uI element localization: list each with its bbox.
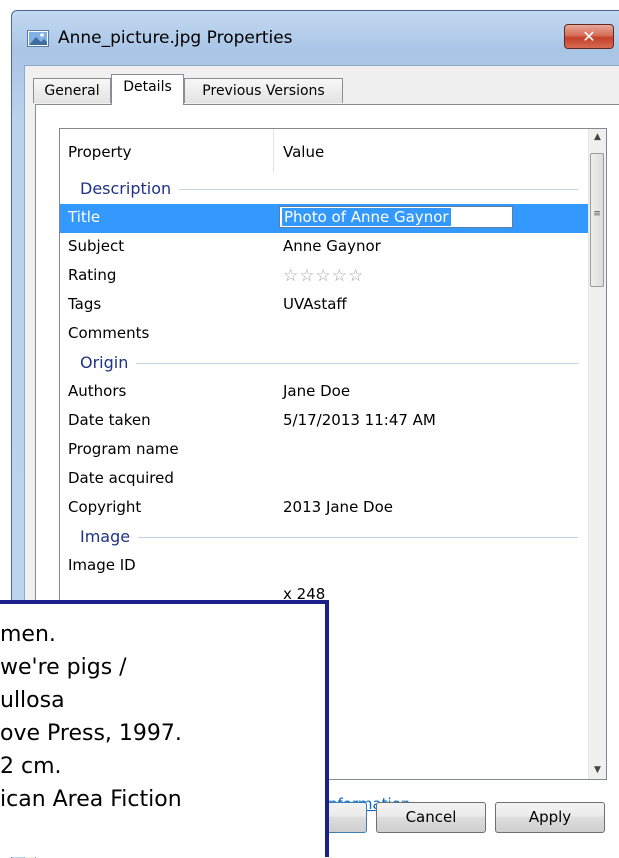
rating-stars[interactable]: ☆☆☆☆☆ — [283, 266, 364, 286]
property-value: Jane Doe — [283, 382, 351, 400]
property-row-title[interactable]: Title Photo of Anne Gaynor — [60, 204, 588, 233]
cancel-button[interactable]: Cancel — [376, 802, 486, 833]
tab-details[interactable]: Details — [111, 74, 184, 105]
property-name: Copyright — [68, 498, 142, 516]
property-name: Program name — [68, 440, 179, 458]
property-value: 5/17/2013 11:47 AM — [283, 411, 436, 429]
property-row-subject[interactable]: Subject Anne Gaynor — [60, 233, 588, 262]
scroll-thumb[interactable]: ≡ — [590, 153, 604, 287]
star-icon[interactable]: ☆ — [332, 266, 348, 286]
group-divider — [80, 537, 578, 538]
title-value-text: Photo of Anne Gaynor — [282, 208, 451, 226]
overlay-line: ullosa — [0, 688, 65, 713]
star-icon[interactable]: ☆ — [283, 266, 299, 286]
property-row-authors[interactable]: Authors Jane Doe — [60, 378, 588, 407]
property-name: Subject — [68, 237, 125, 255]
group-label: Description — [80, 179, 180, 198]
property-row-date-acquired[interactable]: Date acquired — [60, 465, 588, 494]
title-bar[interactable]: Anne_picture.jpg Properties ✕ — [12, 11, 619, 61]
star-icon[interactable]: ☆ — [348, 266, 364, 286]
group-origin: Origin — [60, 349, 588, 378]
group-image: Image — [60, 523, 588, 552]
property-row-tags[interactable]: Tags UVAstaff — [60, 291, 588, 320]
group-description: Description — [60, 175, 588, 204]
column-header-property[interactable]: Property — [68, 143, 131, 161]
property-name: Comments — [68, 324, 150, 342]
property-value: Anne Gaynor — [283, 237, 381, 255]
property-row-copyright[interactable]: Copyright 2013 Jane Doe — [60, 494, 588, 523]
grip-icon: ≡ — [593, 209, 601, 219]
group-label: Image — [80, 527, 139, 546]
column-header-value[interactable]: Value — [283, 143, 324, 161]
vertical-scrollbar[interactable]: ▲ ≡ ▼ — [588, 129, 606, 779]
property-row-comments[interactable]: Comments — [60, 320, 588, 349]
title-value-input[interactable]: Photo of Anne Gaynor — [279, 206, 513, 228]
scroll-up-arrow-icon[interactable]: ▲ — [589, 129, 606, 146]
property-row-date-taken[interactable]: Date taken 5/17/2013 11:47 AM — [60, 407, 588, 436]
overlay-line: ove Press, 1997. — [0, 721, 182, 746]
window-title: Anne_picture.jpg Properties — [58, 28, 293, 48]
property-value: UVAstaff — [283, 295, 347, 313]
group-label: Origin — [80, 353, 137, 372]
property-name: Title — [68, 208, 101, 226]
list-header: Property Value — [60, 129, 588, 175]
overlay-line: 2 cm. — [0, 754, 62, 779]
property-name: Rating — [68, 266, 117, 284]
property-name: Image ID — [68, 556, 136, 574]
property-name: Date acquired — [68, 469, 174, 487]
property-name: Authors — [68, 382, 127, 400]
group-divider — [80, 363, 578, 364]
property-row-rating[interactable]: Rating ☆☆☆☆☆ — [60, 262, 588, 291]
property-name: Tags — [68, 295, 102, 313]
overlay-text-box: men. we're pigs / ullosa ove Press, 1997… — [0, 600, 329, 857]
star-icon[interactable]: ☆ — [299, 266, 315, 286]
image-file-icon — [27, 30, 49, 47]
overlay-line: men. — [0, 622, 56, 647]
tab-previous-versions[interactable]: Previous Versions — [184, 78, 343, 103]
overlay-line: we're pigs / — [0, 655, 127, 680]
overlay-line: ican Area Fiction — [0, 787, 182, 812]
tab-general[interactable]: General — [33, 78, 111, 103]
star-icon[interactable]: ☆ — [316, 266, 332, 286]
column-separator[interactable] — [273, 129, 274, 173]
property-name: Date taken — [68, 411, 151, 429]
apply-button[interactable]: Apply — [495, 802, 605, 833]
close-button[interactable]: ✕ — [564, 24, 614, 49]
property-row-program-name[interactable]: Program name — [60, 436, 588, 465]
scroll-down-arrow-icon[interactable]: ▼ — [589, 762, 606, 779]
property-row-image-id[interactable]: Image ID — [60, 552, 588, 581]
property-value: 2013 Jane Doe — [283, 498, 394, 516]
